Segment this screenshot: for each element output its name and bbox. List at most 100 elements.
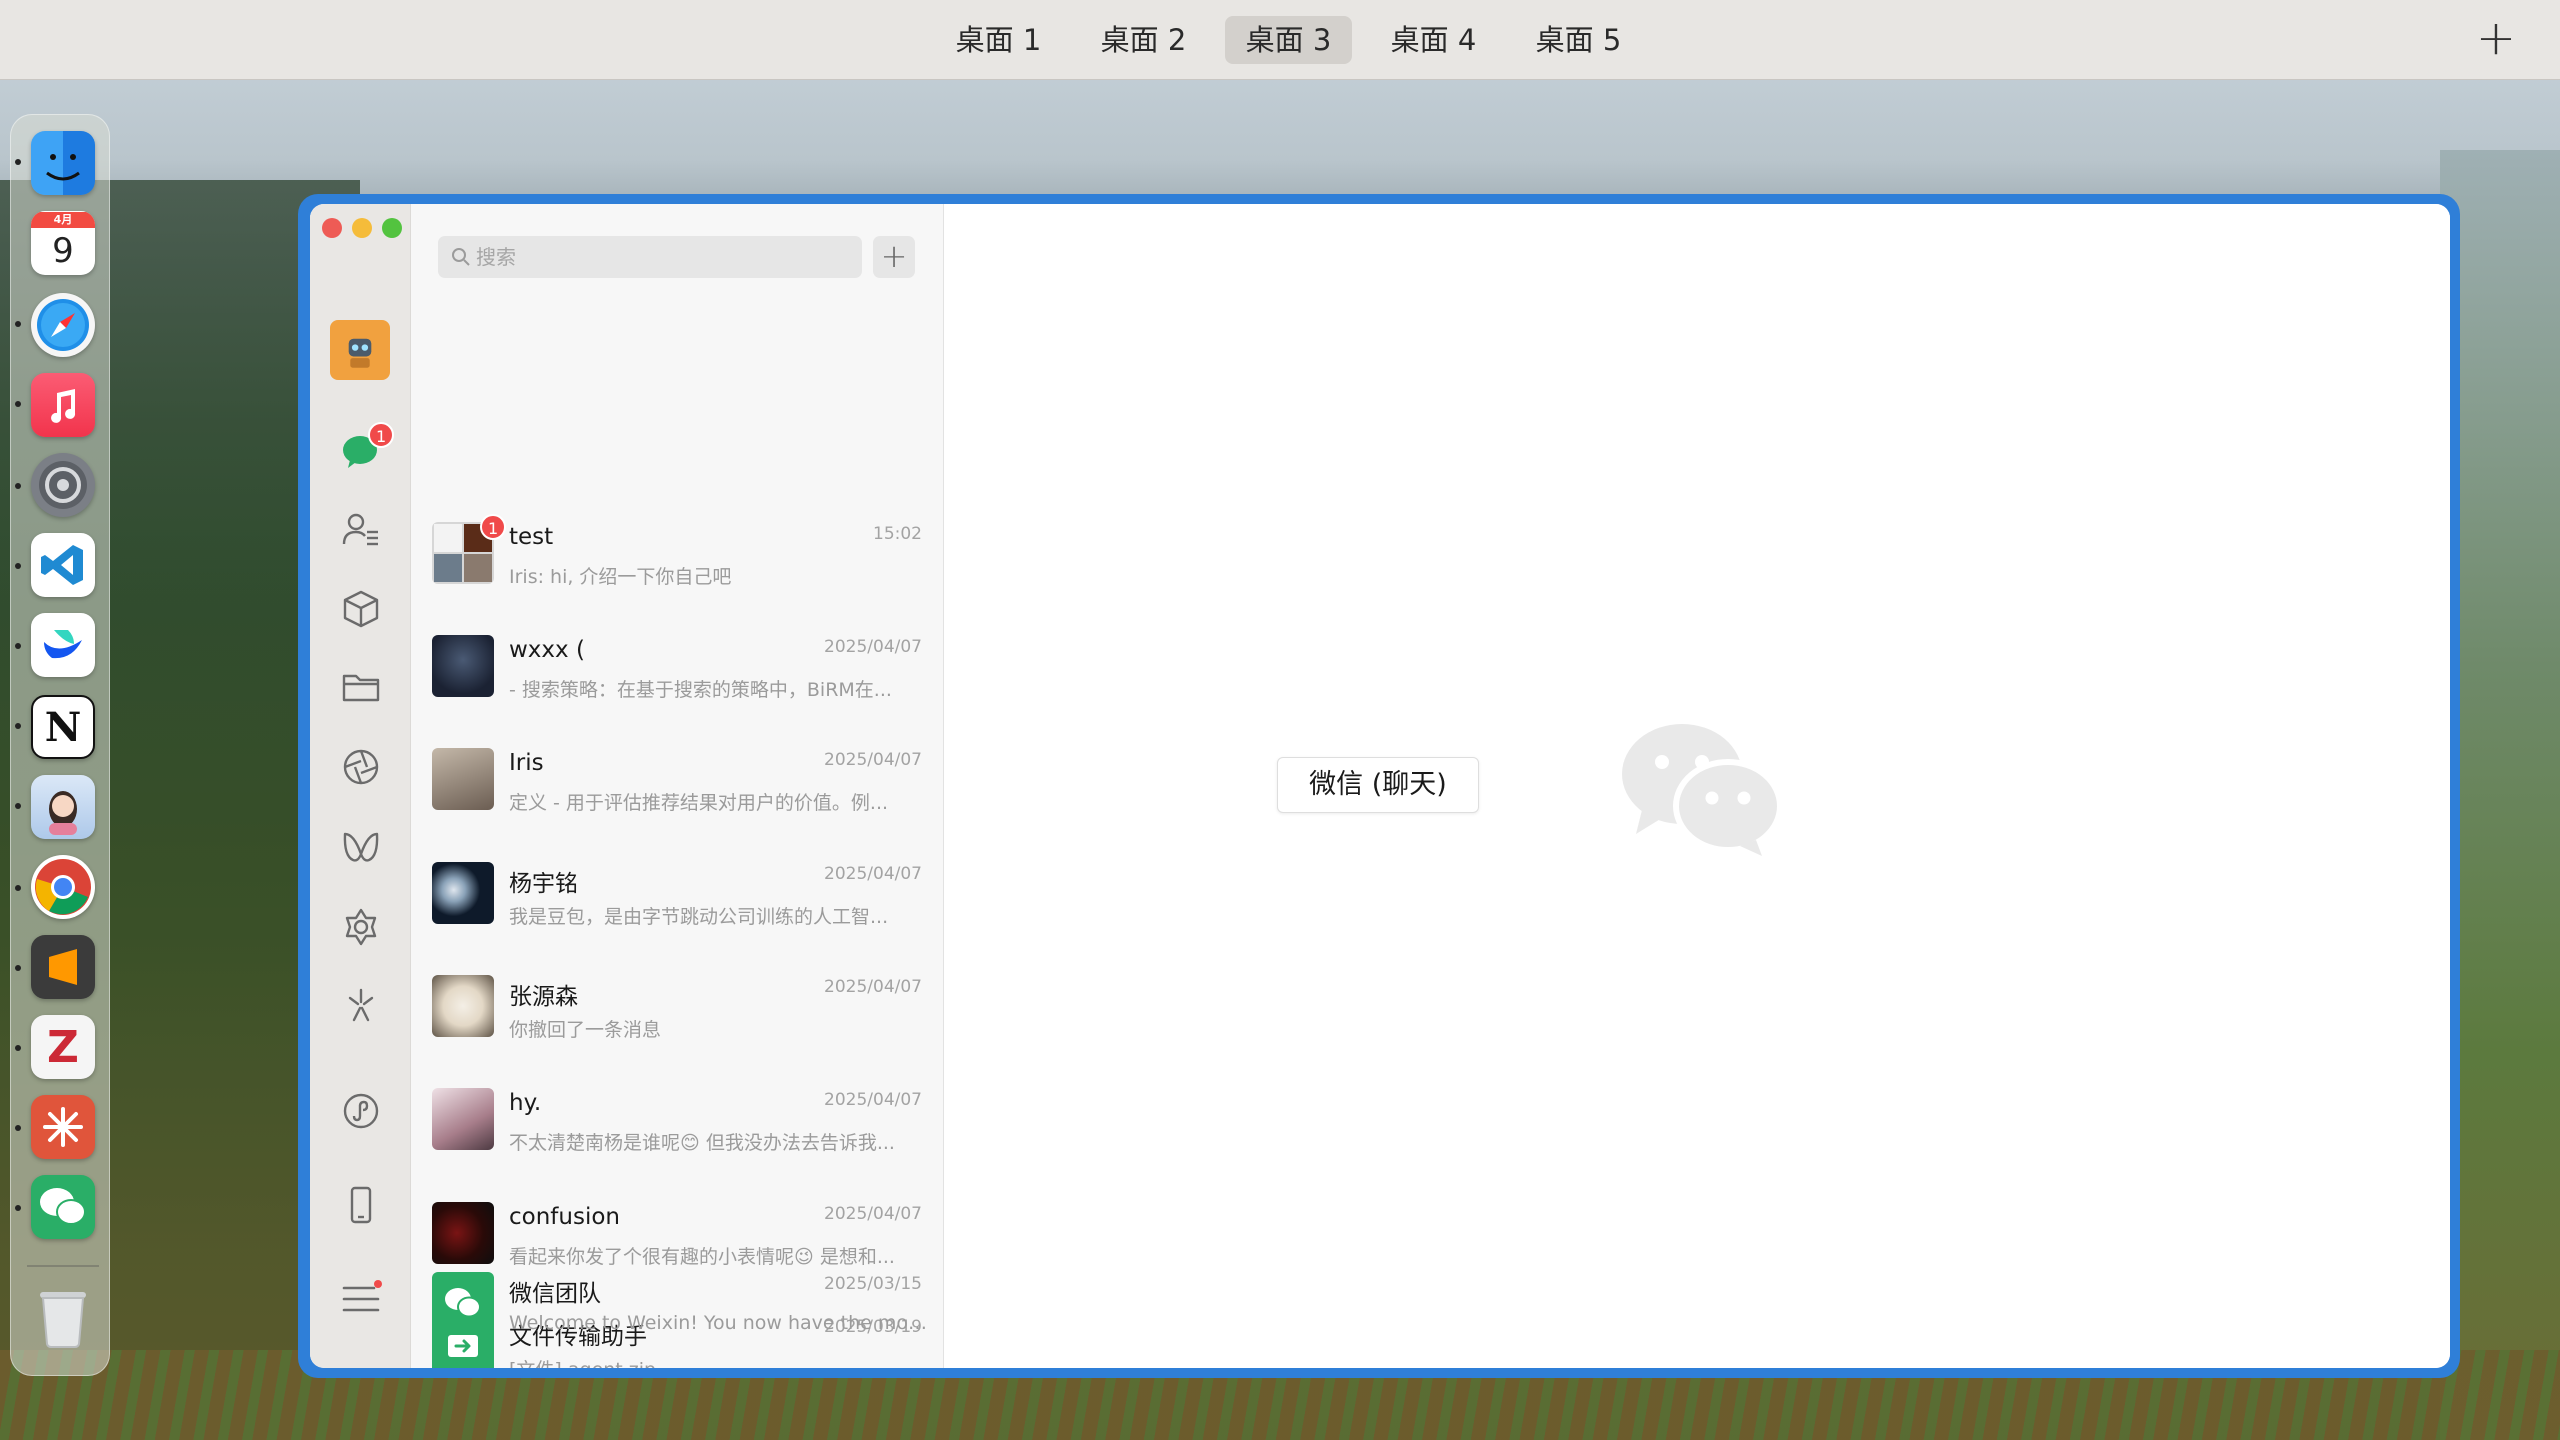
profile-avatar[interactable] — [330, 320, 390, 380]
lark-icon[interactable] — [31, 613, 95, 677]
menu-icon[interactable] — [340, 1278, 382, 1320]
search-icon — [452, 248, 470, 266]
collections-icon[interactable] — [340, 588, 382, 630]
desktop-tab-5[interactable]: 桌面 5 — [1515, 16, 1642, 64]
chat-preview: 定义 - 用于评估推荐结果对用户的价值。例... — [509, 792, 889, 814]
running-indicator — [15, 159, 21, 165]
chat-preview: 我是豆包，是由字节跳动公司训练的人工智... — [509, 906, 889, 928]
avatar-app-icon[interactable] — [31, 775, 95, 839]
chat-row-yang-yuming[interactable]: 杨宇铭 2025/04/07 我是豆包，是由字节跳动公司训练的人工智... — [411, 844, 944, 957]
spaces-bar: 桌面 1 桌面 2 桌面 3 桌面 4 桌面 5 + — [0, 0, 2560, 80]
contact-avatar — [432, 1088, 494, 1150]
contact-avatar — [432, 862, 494, 924]
contact-avatar — [432, 975, 494, 1037]
chat-name: hy. — [509, 1090, 542, 1116]
chrome-icon[interactable] — [31, 855, 95, 919]
chat-name: 微信团队 — [509, 1281, 601, 1307]
calendar-icon[interactable]: 4月 9 — [31, 211, 95, 275]
sublime-text-icon[interactable] — [31, 935, 95, 999]
desktop-tab-3[interactable]: 桌面 3 — [1225, 16, 1352, 64]
chat-row-iris[interactable]: Iris 2025/04/07 定义 - 用于评估推荐结果对用户的价值。例... — [411, 730, 944, 843]
wechat-sidebar: 1 — [310, 204, 411, 1368]
files-folder-icon[interactable] — [340, 666, 382, 708]
dock-separator — [27, 1265, 99, 1267]
chat-preview: - 搜索策略：在基于搜索的策略中，BiRM在... — [509, 679, 892, 701]
chat-time: 2025/04/07 — [824, 750, 922, 770]
desktop-tab-2[interactable]: 桌面 2 — [1080, 16, 1207, 64]
unread-badge: 1 — [480, 514, 507, 540]
wechat-window: 1 搜索 + 1 test 15:02 Iris: hi, 介绍一下你自己吧 w… — [310, 204, 2450, 1368]
vscode-icon[interactable] — [31, 533, 95, 597]
desktop-tab-1[interactable]: 桌面 1 — [935, 16, 1062, 64]
wechat-app-icon[interactable] — [31, 1175, 95, 1239]
wechat-logo-icon — [1622, 724, 1783, 856]
perplexity-icon[interactable] — [31, 1095, 95, 1159]
chat-time: 2025/04/07 — [824, 864, 922, 884]
running-indicator — [15, 643, 21, 649]
chat-time: 2025/04/07 — [824, 637, 922, 657]
running-indicator — [15, 1125, 21, 1131]
chat-name: Iris — [509, 750, 544, 776]
chat-name: wxxx ( — [509, 637, 585, 663]
chat-time: 2025/04/07 — [824, 1090, 922, 1110]
notion-icon[interactable]: N — [31, 695, 95, 759]
mini-program-panel-icon[interactable] — [340, 1090, 382, 1132]
chat-name: test — [509, 524, 554, 550]
chat-preview: Iris: hi, 介绍一下你自己吧 — [509, 566, 732, 588]
safari-icon[interactable] — [31, 293, 95, 357]
wechat-chat-tooltip: 微信 (聊天) — [1277, 757, 1479, 813]
running-indicator — [15, 563, 21, 569]
chat-preview: 你撤回了一条消息 — [509, 1019, 662, 1041]
moments-icon[interactable] — [340, 746, 382, 788]
zotero-icon[interactable]: Z — [31, 1015, 95, 1079]
chat-list-panel: 搜索 + 1 test 15:02 Iris: hi, 介绍一下你自己吧 wxx… — [411, 204, 944, 1368]
running-indicator — [15, 401, 21, 407]
chat-time: 2025/04/07 — [824, 977, 922, 997]
chat-time: 2025/03/15 — [824, 1274, 922, 1294]
chat-content-area: 微信 (聊天) — [944, 204, 2450, 1368]
chat-row-zhang-yuansen[interactable]: 张源森 2025/04/07 你撤回了一条消息 — [411, 957, 944, 1070]
contacts-icon[interactable] — [340, 508, 382, 550]
contact-avatar — [432, 635, 494, 697]
running-indicator — [15, 965, 21, 971]
music-icon[interactable] — [31, 373, 95, 437]
contact-avatar — [432, 748, 494, 810]
trash-icon[interactable] — [31, 1285, 95, 1349]
add-desktop-button[interactable]: + — [2472, 14, 2520, 64]
chat-row-test[interactable]: 1 test 15:02 Iris: hi, 介绍一下你自己吧 — [411, 504, 944, 617]
zoom-window-button[interactable] — [382, 218, 402, 238]
search-input[interactable]: 搜索 — [438, 236, 862, 278]
running-indicator — [15, 723, 21, 729]
running-indicator — [15, 321, 21, 327]
chat-preview: Welcome to Weixin! You now have the mos.… — [509, 1312, 927, 1334]
calendar-month: 4月 — [31, 212, 95, 228]
wechat-team-icon — [432, 1272, 494, 1334]
running-indicator — [15, 1045, 21, 1051]
start-group-chat-button[interactable]: + — [873, 236, 915, 278]
chat-time: 15:02 — [873, 524, 922, 544]
chat-name: confusion — [509, 1204, 620, 1230]
running-indicator — [15, 885, 21, 891]
running-indicator — [15, 803, 21, 809]
chat-name: 张源森 — [509, 984, 578, 1010]
close-window-button[interactable] — [322, 218, 342, 238]
finder-icon[interactable] — [31, 131, 95, 195]
search-placeholder: 搜索 — [476, 245, 516, 269]
system-settings-icon[interactable] — [31, 453, 95, 517]
chat-row-wechat-team[interactable]: 微信团队 2025/03/15 Welcome to Weixin! You n… — [411, 1254, 944, 1367]
chat-row-hy[interactable]: hy. 2025/04/07 不太清楚南杨是谁呢😊 但我没办法去告诉我... — [411, 1070, 944, 1183]
minimize-window-button[interactable] — [352, 218, 372, 238]
channels-icon[interactable] — [340, 826, 382, 868]
mini-programs-icon[interactable] — [340, 906, 382, 948]
phone-icon[interactable] — [340, 1184, 382, 1226]
running-indicator — [15, 1205, 21, 1211]
calendar-day: 9 — [52, 231, 74, 271]
chats-unread-badge: 1 — [368, 422, 395, 448]
chat-name: 杨宇铭 — [509, 871, 578, 897]
dock: 4月 9 N Z — [10, 114, 110, 1376]
chat-preview: 不太清楚南杨是谁呢😊 但我没办法去告诉我... — [509, 1132, 895, 1154]
running-indicator — [15, 483, 21, 489]
chat-row-wxxx[interactable]: wxxx ( 2025/04/07 - 搜索策略：在基于搜索的策略中，BiRM在… — [411, 617, 944, 730]
search-discover-icon[interactable] — [340, 984, 382, 1026]
desktop-tab-4[interactable]: 桌面 4 — [1370, 16, 1497, 64]
